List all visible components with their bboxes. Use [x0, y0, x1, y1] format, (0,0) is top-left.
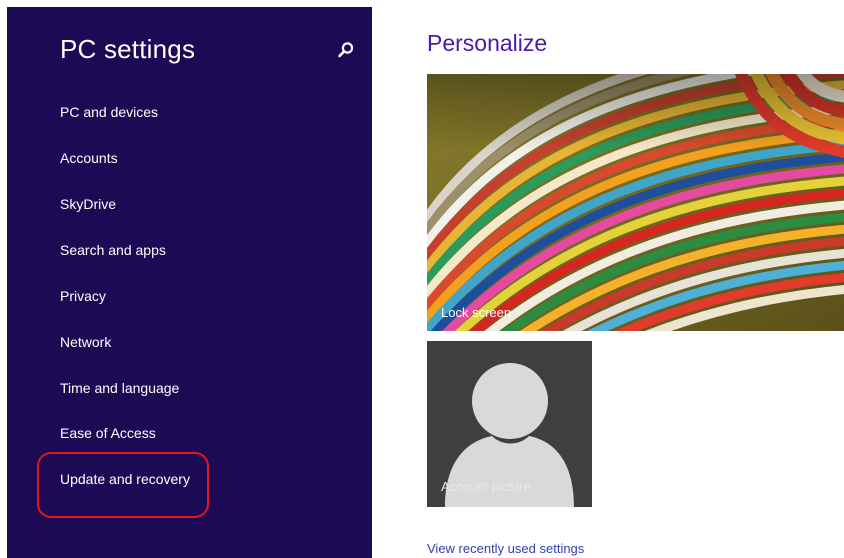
sidebar-item-ease-of-access[interactable]: Ease of Access: [60, 425, 156, 441]
sidebar-item-accounts[interactable]: Accounts: [60, 150, 118, 166]
sidebar-title: PC settings: [60, 34, 196, 64]
sidebar-item-privacy[interactable]: Privacy: [60, 288, 106, 304]
lock-screen-image: [427, 74, 844, 331]
account-picture-tile[interactable]: Account picture: [427, 341, 592, 507]
sidebar-item-network[interactable]: Network: [60, 334, 111, 350]
search-button[interactable]: [337, 41, 355, 59]
lock-screen-tile[interactable]: Lock screen: [427, 74, 844, 331]
settings-sidebar: PC settings PC and devices Accounts SkyD…: [7, 7, 372, 558]
highlight-annotation: [37, 452, 209, 518]
page-title: Personalize: [427, 30, 548, 56]
sidebar-item-skydrive[interactable]: SkyDrive: [60, 196, 116, 212]
sidebar-item-pc-and-devices[interactable]: PC and devices: [60, 104, 158, 120]
lock-screen-label: Lock screen: [441, 305, 512, 320]
sidebar-item-time-and-language[interactable]: Time and language: [60, 380, 179, 396]
account-picture-label: Account picture: [441, 479, 531, 494]
sidebar-item-search-and-apps[interactable]: Search and apps: [60, 242, 166, 258]
view-recent-settings-link[interactable]: View recently used settings: [427, 541, 584, 556]
search-icon: [338, 42, 354, 58]
